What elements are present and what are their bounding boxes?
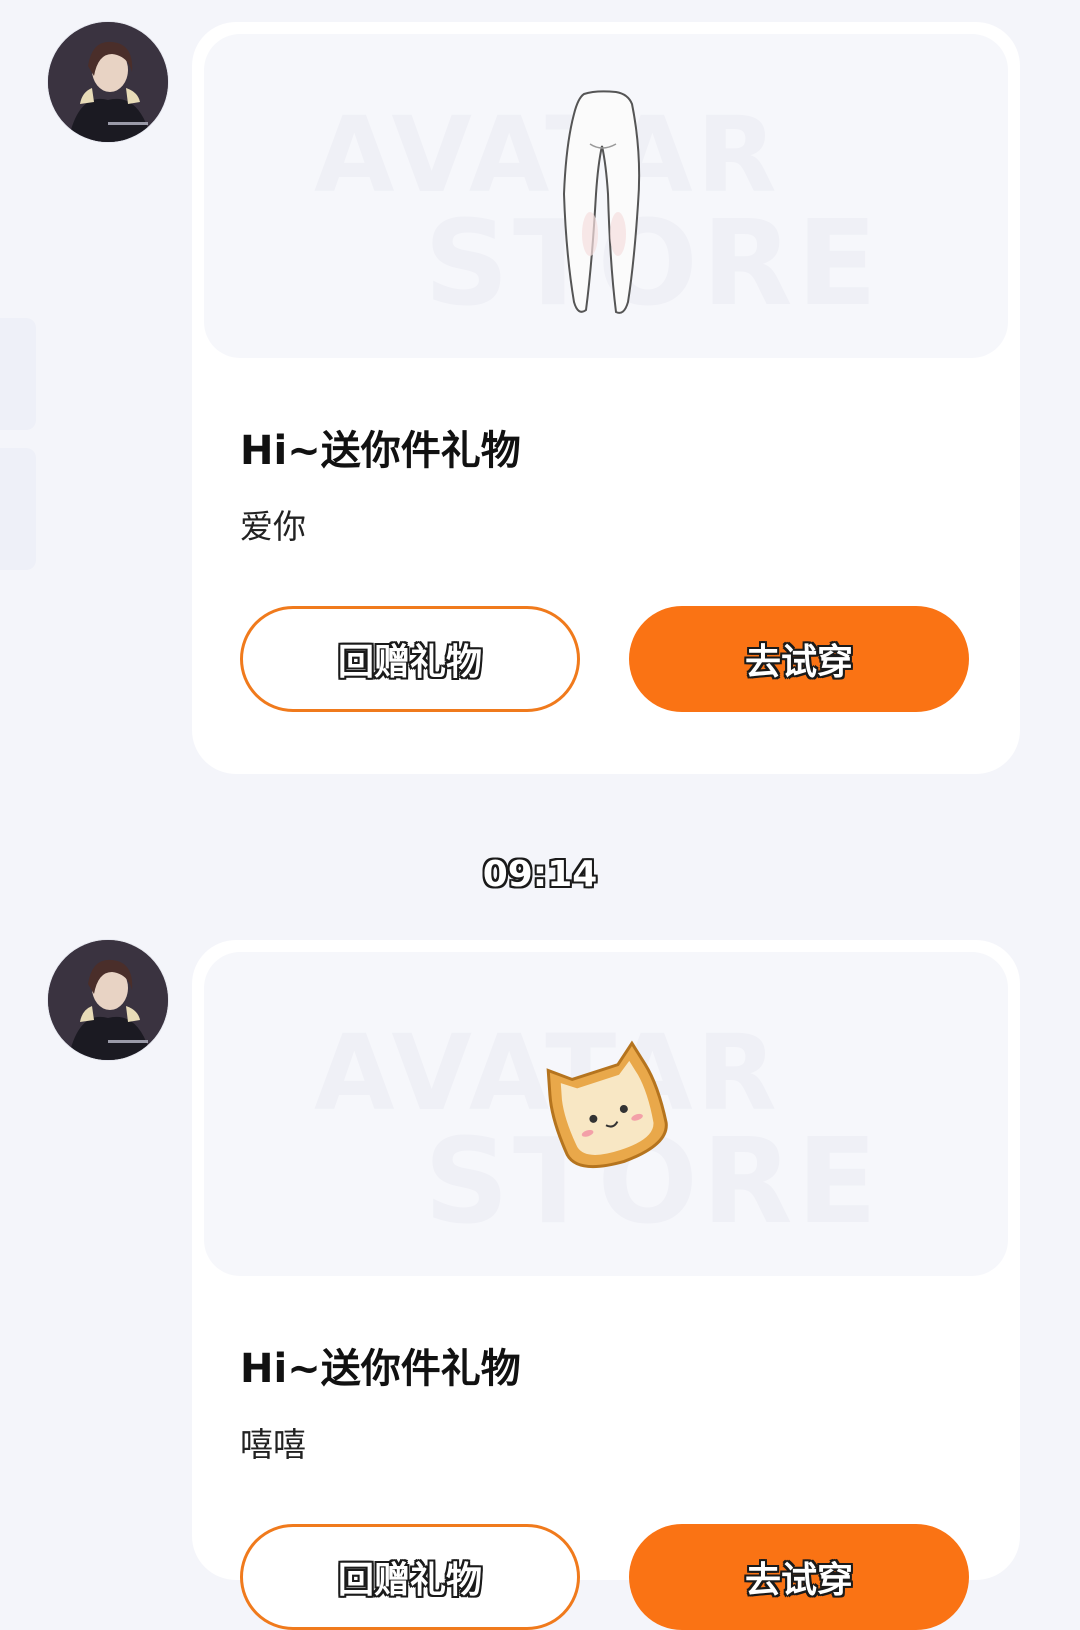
gift-message: AVATAR STORE Hi~送你件礼物 嘻嘻 回赠礼物 去试穿 (0, 940, 1080, 1630)
gift-message-text: 嘻嘻 (240, 1425, 306, 1464)
return-gift-button[interactable]: 回赠礼物 (240, 1524, 580, 1630)
gift-title: Hi~送你件礼物 (240, 428, 521, 474)
gift-card[interactable]: AVATAR STORE Hi~送你件礼物 嘻嘻 回赠礼物 去试穿 (192, 940, 1020, 1630)
gift-image: AVATAR STORE (204, 34, 1008, 358)
sender-avatar[interactable] (48, 22, 168, 142)
try-on-button[interactable]: 去试穿 (629, 606, 969, 712)
message-timestamp: 09:14 (482, 854, 598, 895)
gift-card[interactable]: AVATAR STORE Hi~送你件礼物 爱你 回赠礼物 去试穿 (192, 22, 1020, 774)
gift-message: AVATAR STORE Hi~送你件礼物 爱你 回赠礼物 去试穿 (0, 0, 1080, 800)
sender-avatar[interactable] (48, 940, 168, 1060)
try-on-button[interactable]: 去试穿 (629, 1524, 969, 1630)
gift-message-text: 爱你 (240, 507, 306, 546)
gift-image: AVATAR STORE (204, 952, 1008, 1276)
cat-toast-icon (546, 1040, 668, 1169)
white-leggings-icon (562, 90, 641, 314)
return-gift-button[interactable]: 回赠礼物 (240, 606, 580, 712)
gift-title: Hi~送你件礼物 (240, 1346, 521, 1392)
